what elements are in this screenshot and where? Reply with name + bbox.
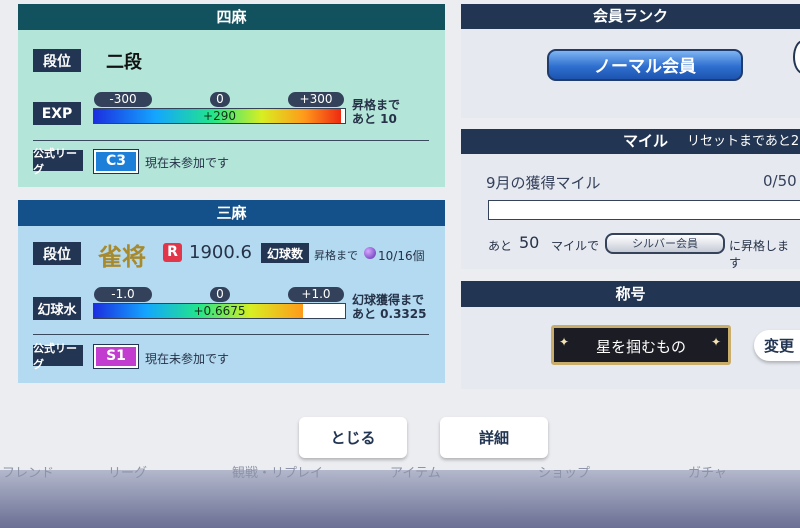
member-rank-button[interactable]: ノーマル会員	[547, 49, 743, 81]
divider	[33, 140, 429, 141]
title-panel: 称号 ✦ ✦ 星を掴むもの 変更	[461, 281, 800, 389]
yonma-panel: 四麻 段位 二段 EXP -300 0 +300 +290 昇格まで あと 10…	[18, 4, 445, 187]
mile-progress-bar	[488, 200, 800, 220]
nav-friend[interactable]: フレンド	[2, 462, 54, 480]
nav-shop[interactable]: ショップ	[538, 462, 590, 480]
orb-count: 10/16個	[378, 249, 425, 263]
sanma-title: 三麻	[18, 200, 445, 226]
change-title-button[interactable]: 変更	[754, 330, 800, 361]
exp-min: -300	[94, 92, 152, 107]
next-rank-badge: シルバー会員	[605, 233, 725, 254]
sanma-rank-value: 雀将	[98, 242, 146, 271]
gain-line2: あと 0.3325	[352, 307, 427, 321]
bottom-nav: フレンド リーグ 観戦・リプレイ アイテム ショップ ガチャ	[0, 462, 800, 480]
orb-label: 幻球数	[261, 243, 309, 263]
yonma-rank-value: 二段	[106, 52, 142, 73]
exp-bar: +290	[93, 108, 346, 124]
yonma-title: 四麻	[18, 4, 445, 30]
yonma-league-status: 現在未参加です	[145, 156, 230, 170]
nav-gacha[interactable]: ガチャ	[688, 462, 727, 480]
mile-remain-suffix: に昇格します	[729, 239, 790, 270]
rating-value: 1900.6	[189, 242, 252, 263]
sanma-rank-label: 段位	[33, 242, 81, 265]
level-label: 幻球水	[33, 297, 81, 320]
mile-remain-value: 50	[519, 233, 540, 252]
mile-title: マイル	[623, 132, 669, 150]
scroll-handle[interactable]	[793, 40, 800, 74]
nav-replay[interactable]: 観戦・リプレイ	[232, 462, 323, 480]
yonma-rank-label: 段位	[33, 49, 81, 72]
level-min: -1.0	[94, 287, 152, 302]
level-mid: 0	[210, 287, 230, 302]
divider	[33, 334, 429, 335]
exp-max: +300	[288, 92, 344, 107]
mile-remain-unit: マイルで	[551, 239, 600, 253]
exp-value: +290	[203, 109, 236, 123]
mile-header: マイル リセットまであと2	[461, 129, 800, 154]
sanma-league-label: 公式リーグ	[33, 342, 83, 371]
title-section-title: 称号	[461, 281, 800, 307]
mile-progress: 0/50	[763, 172, 797, 190]
sanma-league-status: 現在未参加です	[145, 352, 230, 366]
nav-item[interactable]: アイテム	[390, 462, 441, 480]
mile-month-label: 9月の獲得マイル	[486, 174, 601, 192]
exp-label: EXP	[33, 102, 81, 125]
nav-league[interactable]: リーグ	[108, 462, 147, 480]
level-bar: +0.6675	[93, 303, 346, 319]
yonma-league-label: 公式リーグ	[33, 147, 83, 176]
exp-mid: 0	[210, 92, 230, 107]
sanma-panel: 三麻 段位 雀将 R 1900.6 幻球数 昇格まで 10/16個 幻球水 -1…	[18, 200, 445, 383]
level-max: +1.0	[288, 287, 344, 302]
league-badge-c3: C3	[93, 149, 139, 174]
membership-panel: 会員ランク ノーマル会員	[461, 4, 800, 118]
title-badge-text: 星を掴むもの	[595, 338, 686, 356]
orb-prefix: 昇格まで	[314, 249, 358, 262]
promote-line2: あと 10	[352, 112, 397, 126]
close-button[interactable]: とじる	[299, 417, 407, 458]
mile-panel: マイル リセットまであと2 9月の獲得マイル 0/50 あと 50 マイルで シ…	[461, 129, 800, 270]
level-value: +0.6675	[193, 304, 246, 318]
league-badge-s1: S1	[93, 344, 139, 369]
mile-reset-text: リセットまであと2	[687, 134, 800, 149]
rating-badge: R	[163, 243, 182, 262]
membership-title: 会員ランク	[461, 4, 800, 29]
orb-icon	[364, 247, 376, 259]
details-button[interactable]: 詳細	[440, 417, 548, 458]
mile-remain-prefix: あと	[488, 239, 513, 253]
